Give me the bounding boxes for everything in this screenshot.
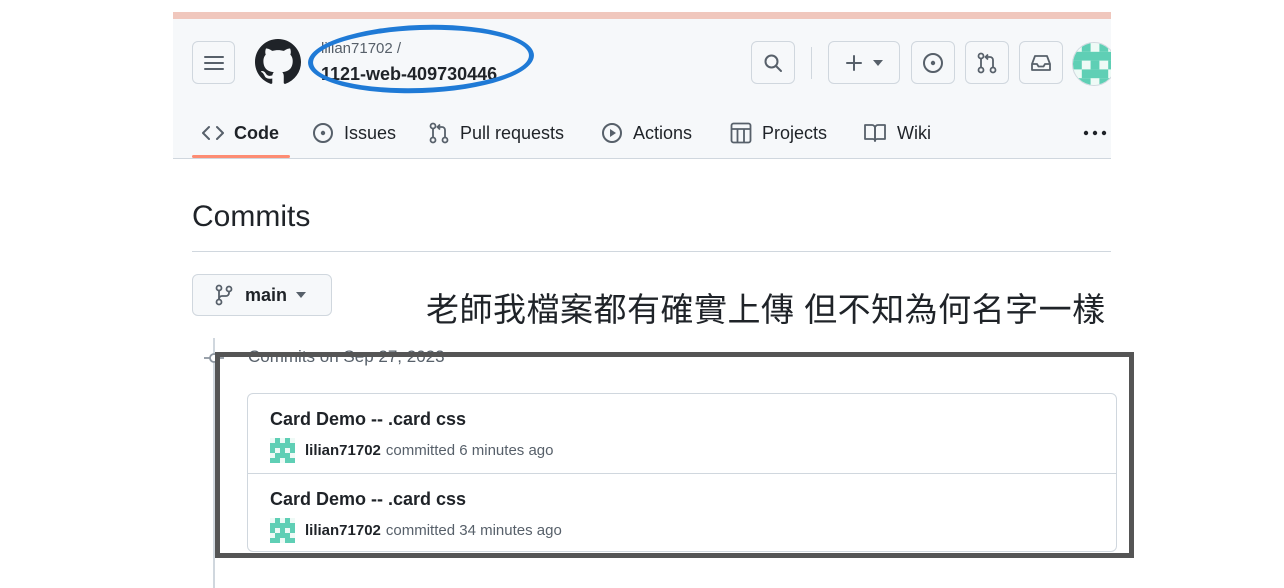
play-icon	[602, 123, 622, 143]
top-stripe	[173, 12, 1111, 19]
tab-code-label: Code	[234, 122, 279, 143]
git-pull-request-icon	[429, 122, 449, 144]
tab-pull-requests-label: Pull requests	[460, 122, 565, 143]
caret-down-icon	[873, 59, 883, 66]
git-branch-icon	[215, 284, 233, 306]
issues-button[interactable]	[911, 41, 955, 84]
repo-tabs: Code Issues Pull requests Actions Projec…	[173, 108, 1111, 158]
branch-name: main	[245, 284, 288, 305]
tab-issues-label: Issues	[344, 122, 397, 143]
search-button[interactable]	[751, 41, 795, 84]
caret-down-icon	[296, 292, 307, 298]
tab-actions[interactable]: Actions	[601, 108, 692, 158]
tab-projects-label: Projects	[762, 122, 828, 143]
tab-wiki-label: Wiki	[897, 122, 931, 143]
tab-active-underline	[192, 155, 290, 158]
plus-icon	[846, 54, 862, 71]
user-avatar[interactable]	[1072, 42, 1111, 86]
header-divider	[811, 47, 812, 79]
menu-button[interactable]	[192, 41, 235, 84]
tab-issues[interactable]: Issues	[312, 108, 396, 158]
kebab-horizontal-icon	[1083, 130, 1107, 136]
search-icon	[764, 54, 782, 72]
annotation-box	[215, 352, 1134, 558]
table-icon	[730, 122, 752, 144]
inbox-button[interactable]	[1019, 41, 1063, 84]
github-logo-icon[interactable]	[255, 39, 301, 85]
hamburger-icon	[203, 55, 224, 70]
repo-header: lilian71702 / 1121-web-409730446 Code Is…	[173, 19, 1111, 159]
create-new-button[interactable]	[828, 41, 900, 84]
pull-requests-button[interactable]	[965, 41, 1009, 84]
code-icon	[202, 126, 224, 140]
git-pull-request-icon	[977, 52, 997, 73]
page-title: Commits	[192, 200, 311, 233]
issue-opened-icon	[313, 123, 333, 143]
branch-select-button[interactable]: main	[192, 274, 332, 316]
tab-wiki[interactable]: Wiki	[863, 108, 931, 158]
tab-actions-label: Actions	[633, 122, 693, 143]
title-divider	[192, 251, 1111, 252]
tab-code[interactable]: Code	[202, 108, 279, 158]
inbox-icon	[1031, 54, 1051, 71]
annotation-circle	[306, 21, 536, 97]
identicon-icon	[1073, 43, 1111, 85]
book-icon	[864, 124, 886, 142]
tab-pull-requests[interactable]: Pull requests	[428, 108, 564, 158]
annotation-note: 老師我檔案都有確實上傳 但不知為何名字一樣	[426, 291, 1106, 328]
issue-opened-icon	[923, 52, 943, 73]
tab-projects[interactable]: Projects	[730, 108, 827, 158]
more-tabs-button[interactable]	[1083, 108, 1111, 158]
